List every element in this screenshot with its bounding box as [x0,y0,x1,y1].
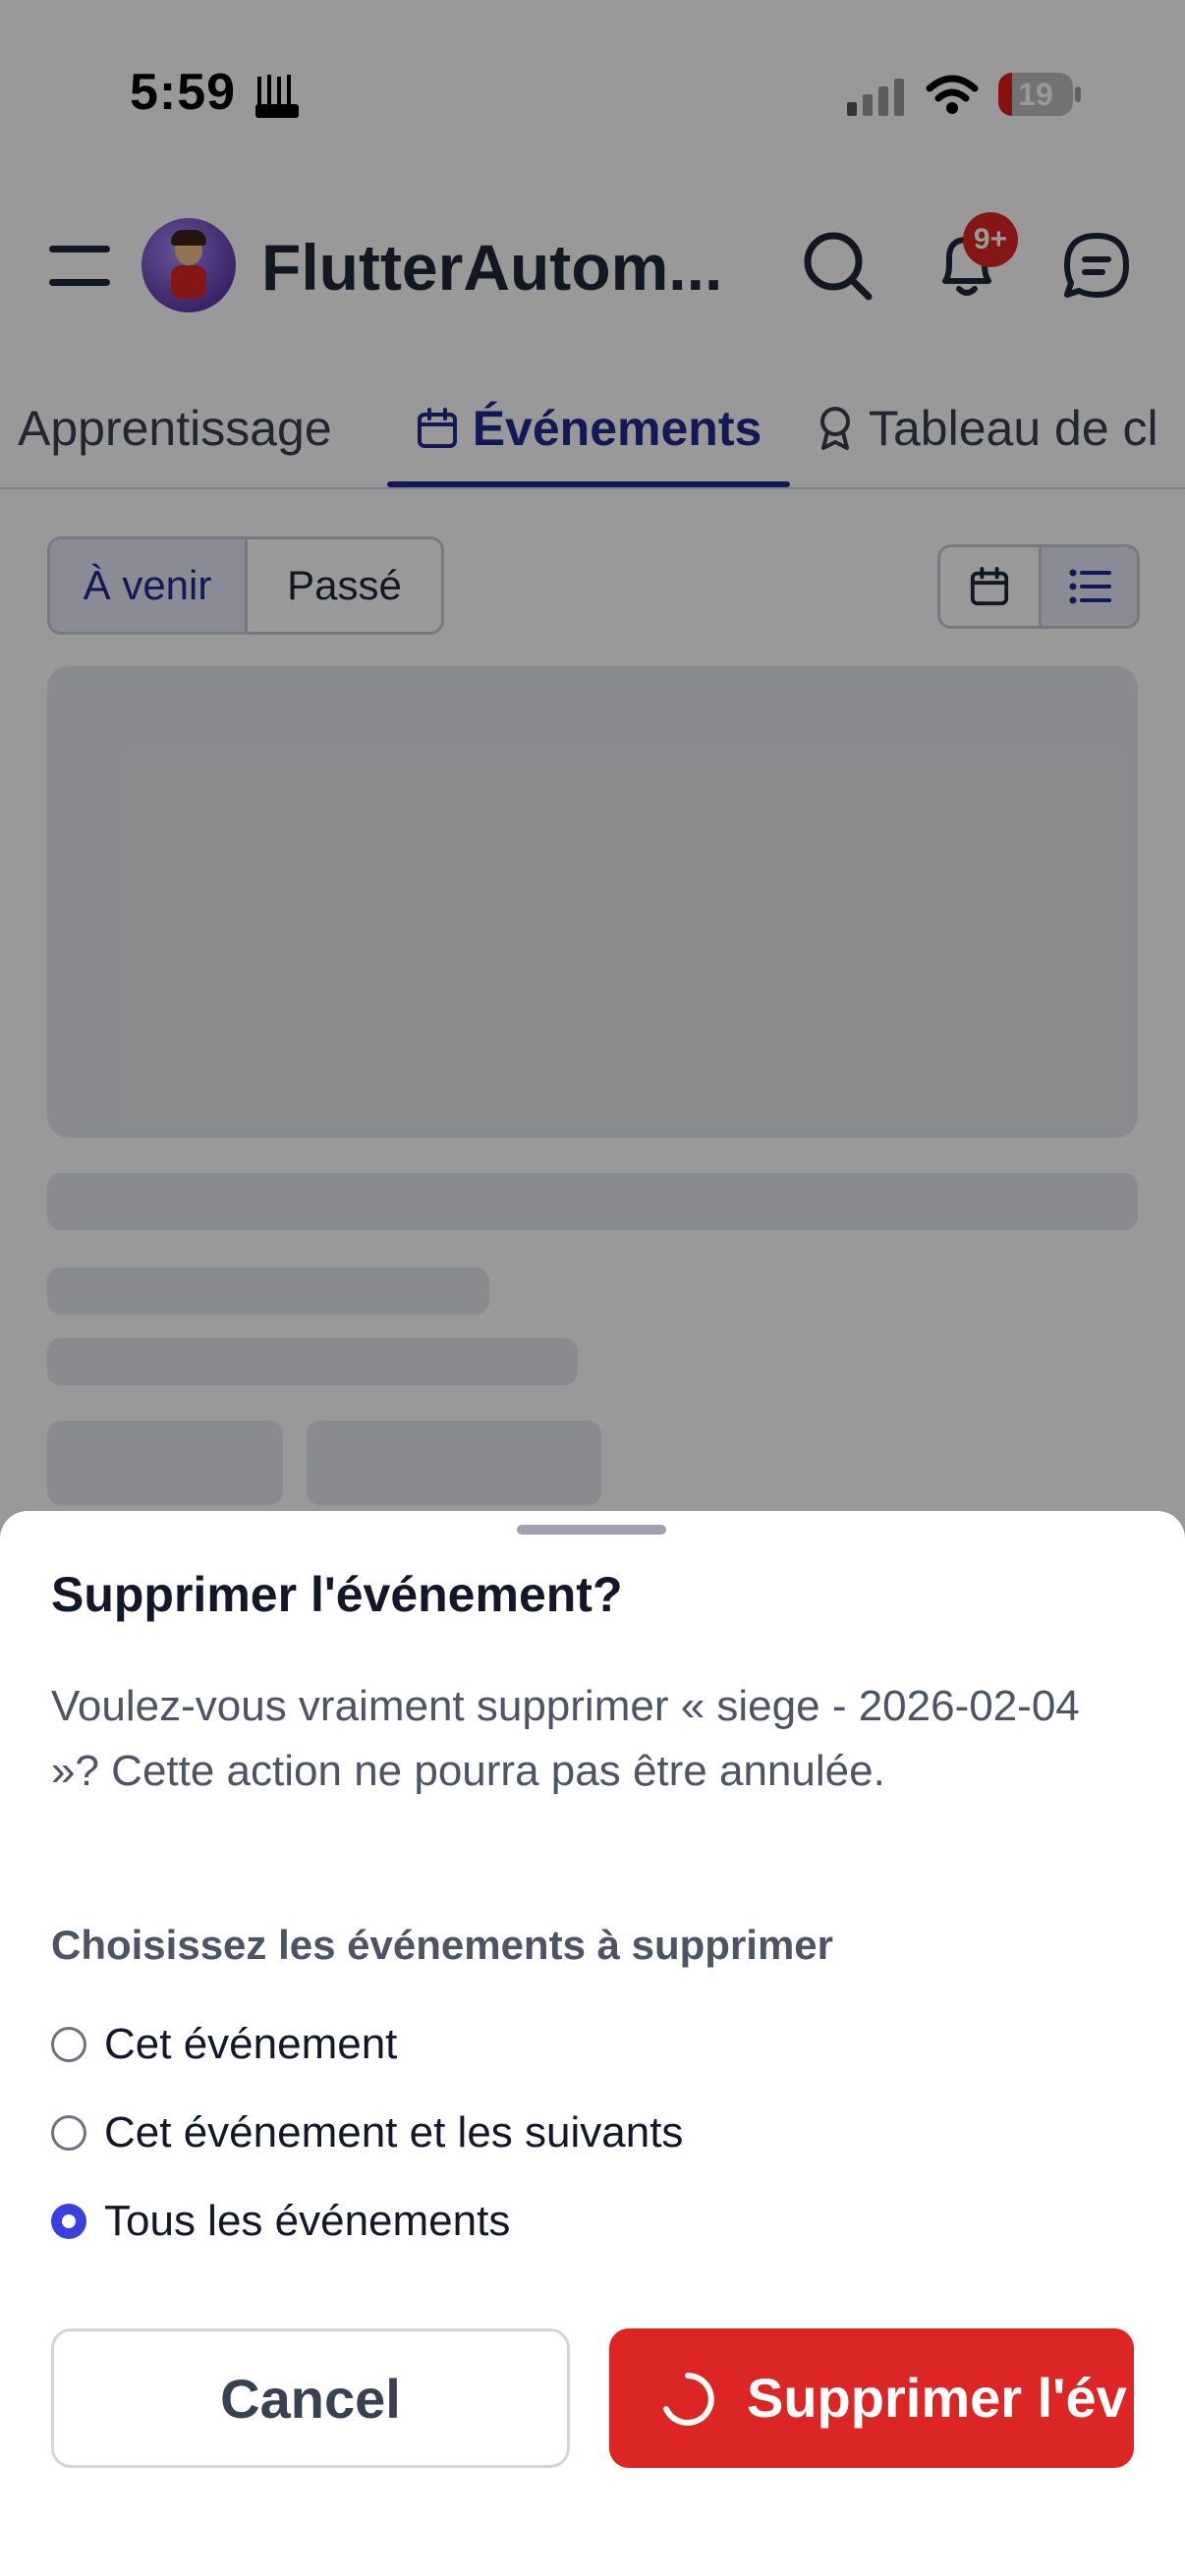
option-label: Cet événement et les suivants [104,2108,684,2156]
cancel-button-label: Cancel [220,2367,401,2430]
drag-handle[interactable] [517,1525,666,1535]
radio-button[interactable] [51,2115,86,2151]
option-this-event[interactable]: Cet événement [51,2010,397,2079]
delete-button-label: Supprimer l'év [747,2367,1127,2429]
delete-button[interactable]: Supprimer l'év [609,2328,1134,2468]
cancel-button[interactable]: Cancel [51,2328,570,2468]
option-label: Cet événement [104,2020,398,2068]
dialog-message: Voulez-vous vraiment supprimer « siege -… [51,1682,1080,1795]
option-label: Tous les événements [104,2197,511,2245]
dialog-title: Supprimer l'événement? [51,1567,623,1622]
option-this-and-following[interactable]: Cet événement et les suivants [51,2099,683,2167]
radio-button-selected[interactable] [51,2204,86,2239]
loading-spinner-icon [663,2373,714,2426]
options-heading: Choisissez les événements à supprimer [51,1922,834,1968]
radio-button[interactable] [51,2027,86,2062]
delete-event-sheet: Supprimer l'événement? Voulez-vous vraim… [0,1511,1185,2576]
option-all-events[interactable]: Tous les événements [51,2187,510,2256]
